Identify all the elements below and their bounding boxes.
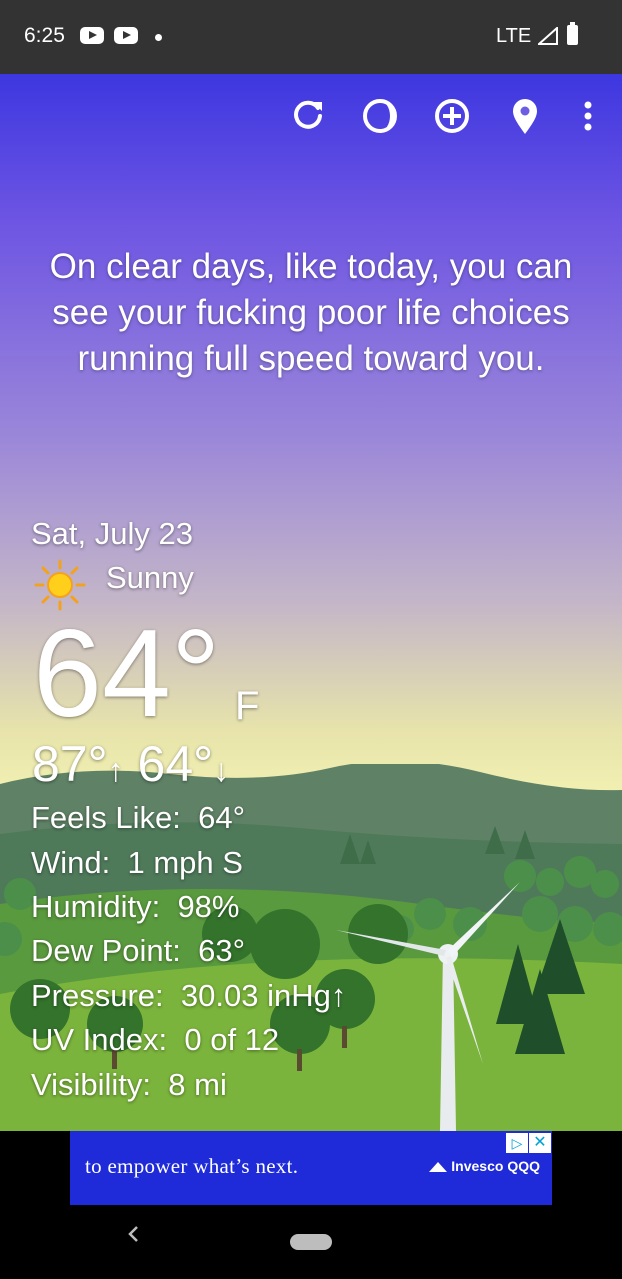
ad-banner[interactable]: to empower what’s next. Invesco QQQ ▷ ✕ — [70, 1131, 552, 1205]
more-vert-icon[interactable] — [568, 96, 608, 136]
temperature-unit: F — [235, 684, 260, 728]
network-type: LTE — [496, 25, 532, 47]
detail-wind: Wind: 1 mph S — [31, 845, 243, 881]
detail-pressure: Pressure: 30.03 inHg↑ — [31, 978, 346, 1014]
add-location-icon[interactable] — [432, 96, 472, 136]
detail-uv-index: UV Index: 0 of 12 — [31, 1022, 279, 1058]
detail-label: Dew Point: — [31, 933, 181, 968]
current-temperature: 64° — [33, 605, 221, 743]
low-arrow-icon: ↓ — [213, 752, 230, 788]
detail-value: 8 mi — [168, 1067, 227, 1102]
battery-icon — [567, 22, 578, 45]
detail-label: UV Index: — [31, 1022, 168, 1057]
detail-feels-like: Feels Like: 64° — [31, 800, 245, 836]
bottom-area: to empower what’s next. Invesco QQQ ▷ ✕ — [0, 1131, 622, 1279]
detail-value: 1 mph S — [127, 845, 243, 880]
detail-label: Visibility: — [31, 1067, 152, 1102]
detail-dew-point: Dew Point: 63° — [31, 933, 245, 969]
moon-theme-icon[interactable] — [360, 96, 400, 136]
ad-brand-name: Invesco QQQ — [451, 1158, 540, 1174]
detail-label: Wind: — [31, 845, 111, 880]
ad-brand[interactable]: Invesco QQQ — [429, 1158, 540, 1174]
detail-value: 64° — [198, 800, 246, 835]
low-temperature: 64° — [137, 736, 214, 792]
status-bar: 6:25 LTE — [0, 0, 622, 74]
status-time: 6:25 — [24, 24, 65, 47]
ad-close-icon[interactable]: ✕ — [529, 1133, 551, 1153]
forecast-date: Sat, July 23 — [31, 516, 193, 551]
refresh-icon[interactable] — [288, 96, 328, 136]
nav-home-pill[interactable] — [290, 1234, 332, 1250]
ad-choices-icon[interactable]: ▷ — [506, 1133, 528, 1153]
detail-value: 30.03 inHg↑ — [180, 978, 347, 1013]
detail-humidity: Humidity: 98% — [31, 889, 239, 925]
map-pin-icon[interactable] — [505, 96, 545, 136]
detail-value: 98% — [177, 889, 240, 924]
high-low-temperature: 87°↑ 64°↓ — [32, 734, 229, 800]
detail-visibility: Visibility: 8 mi — [31, 1067, 227, 1103]
detail-value: 0 of 12 — [184, 1022, 280, 1057]
detail-label: Humidity: — [31, 889, 161, 924]
detail-label: Pressure: — [31, 978, 164, 1013]
high-arrow-icon: ↑ — [107, 752, 124, 788]
weather-screen: On clear days, like today, you can see y… — [0, 74, 622, 1131]
detail-label: Feels Like: — [31, 800, 181, 835]
ad-text[interactable]: to empower what’s next. — [85, 1154, 298, 1179]
more-notifications-dot-icon — [155, 34, 162, 41]
youtube-notification-icon — [80, 27, 104, 44]
high-temperature: 87° — [32, 736, 108, 792]
weather-condition: Sunny — [106, 560, 194, 595]
youtube-notification-icon — [114, 27, 138, 44]
detail-value: 63° — [198, 933, 246, 968]
mountain-logo-icon — [429, 1162, 448, 1172]
signal-icon — [538, 27, 558, 45]
weather-quote: On clear days, like today, you can see y… — [49, 247, 573, 378]
nav-back-icon[interactable] — [124, 1224, 144, 1244]
